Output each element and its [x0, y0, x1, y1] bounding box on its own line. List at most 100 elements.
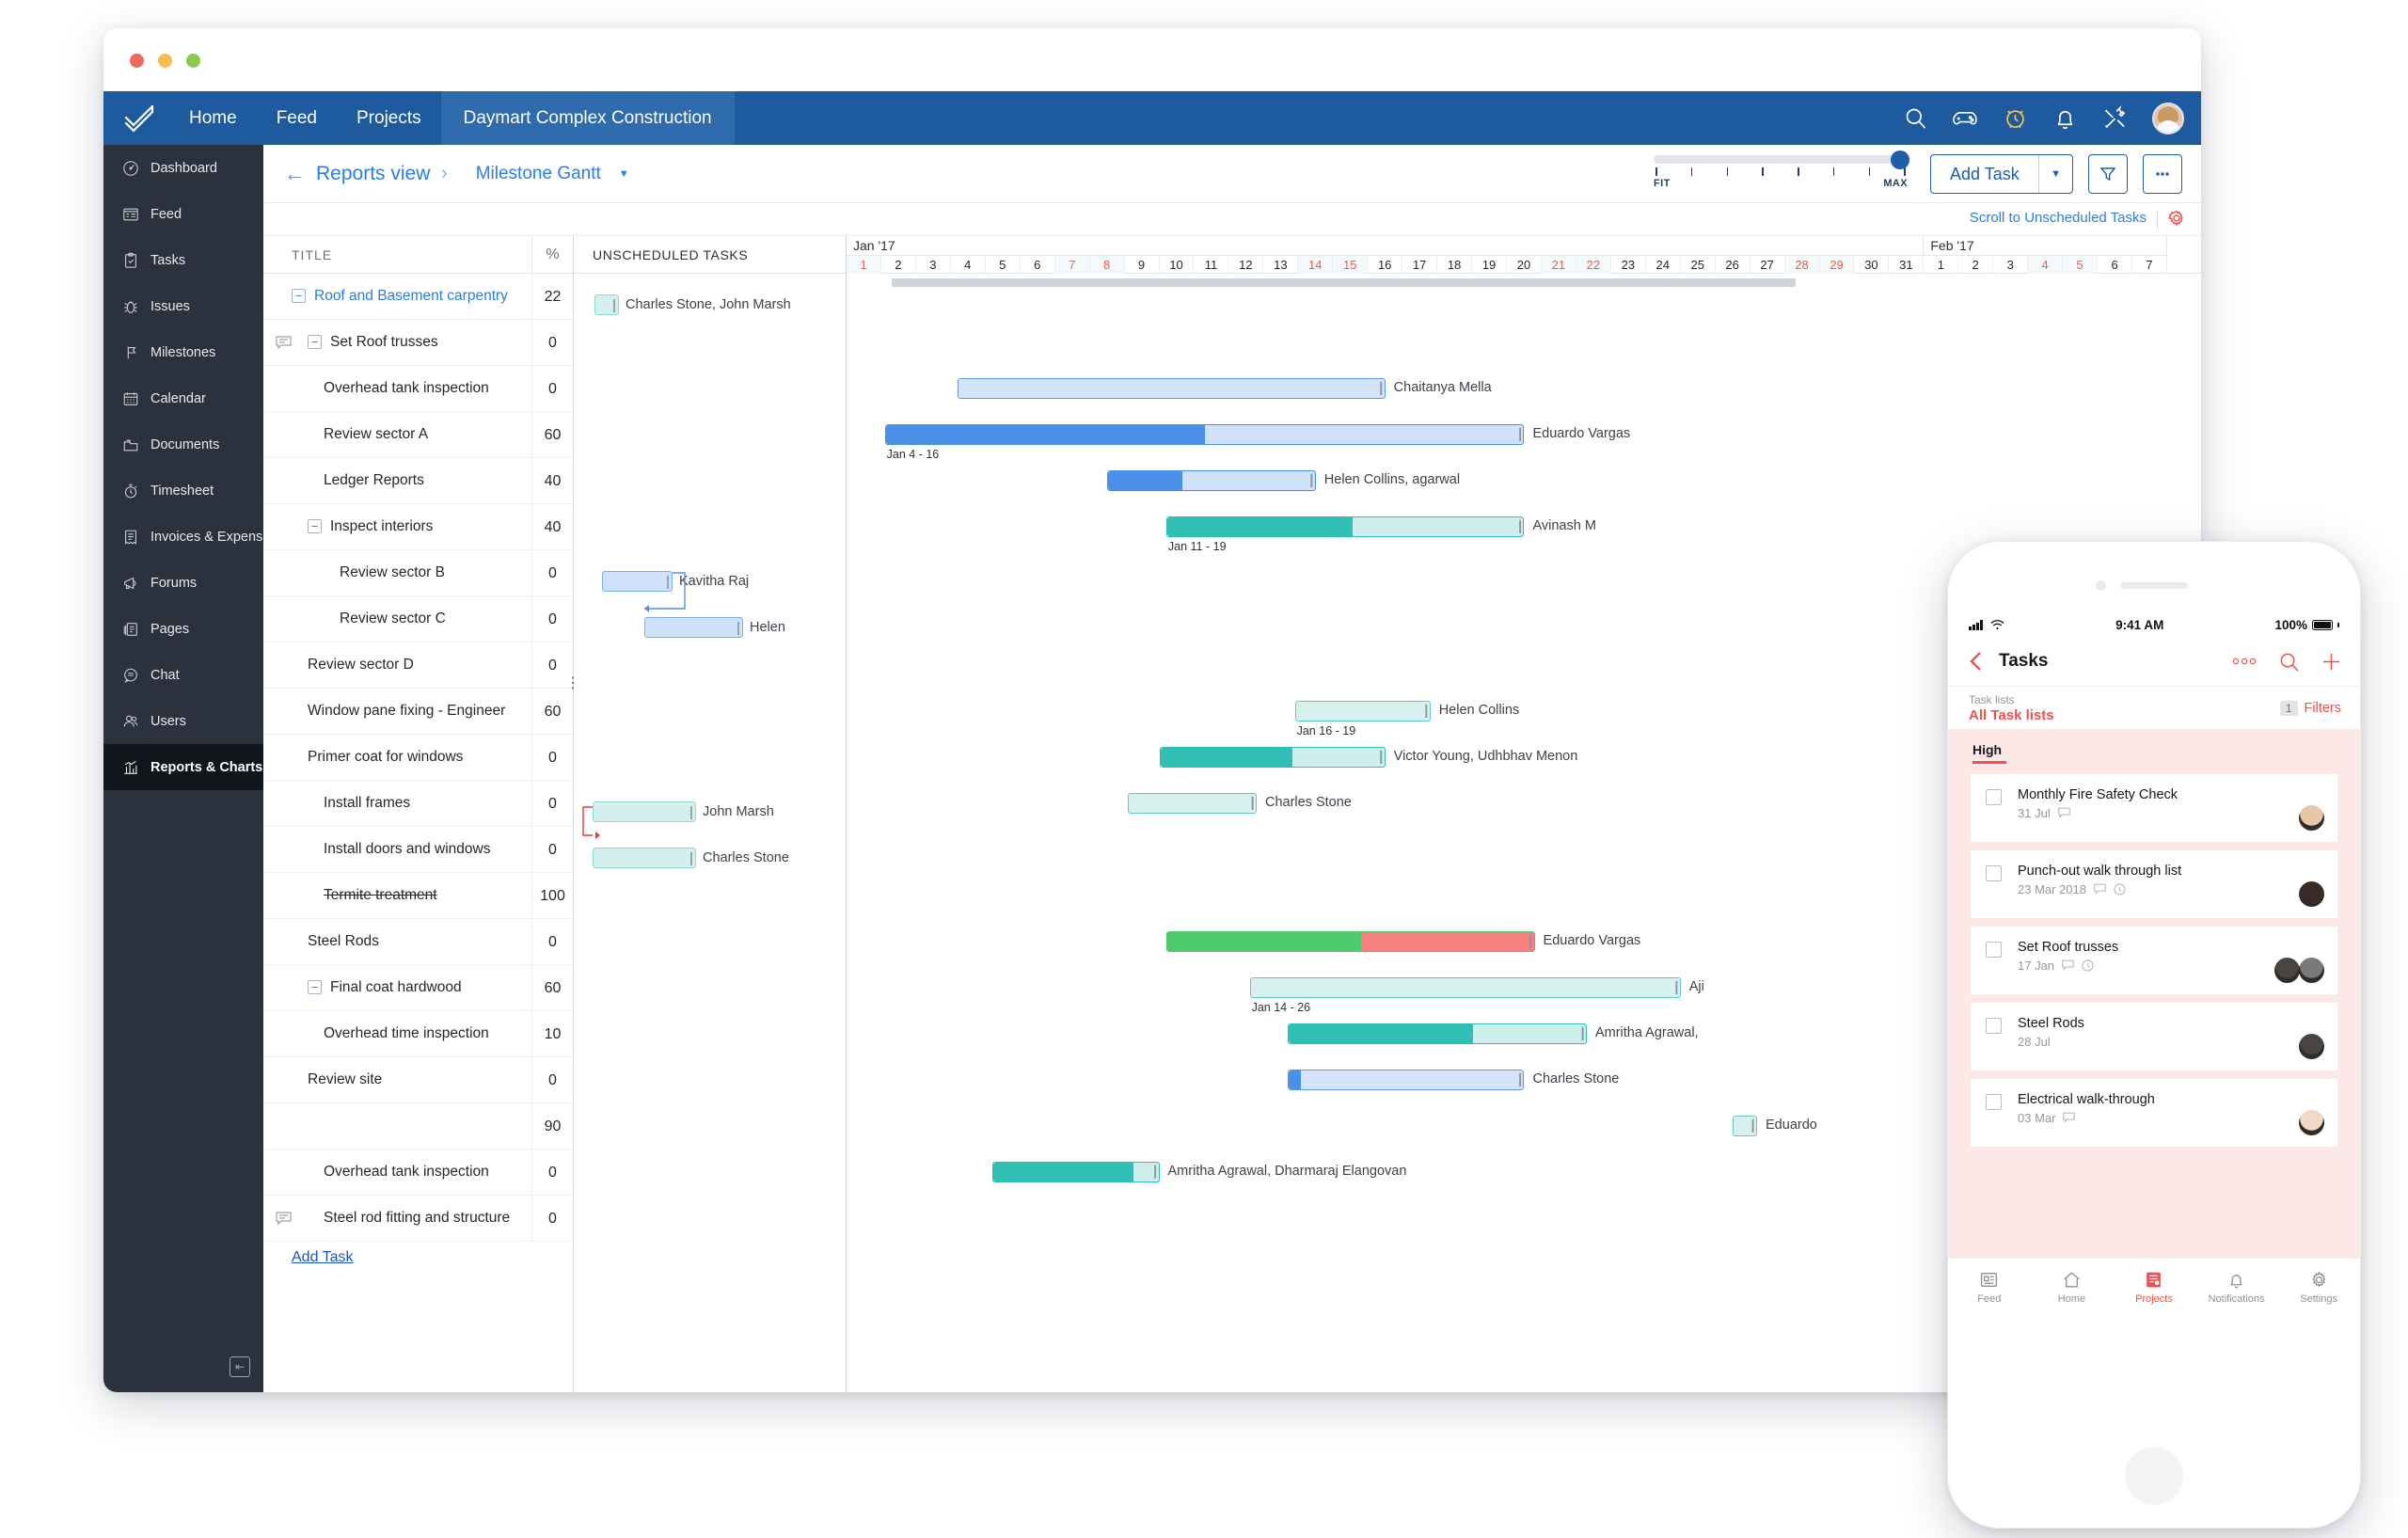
- maximize-window-button[interactable]: [186, 54, 200, 68]
- gamepad-icon[interactable]: [1953, 105, 1978, 131]
- table-row[interactable]: Review sector D0: [263, 642, 573, 689]
- gantt-bar-resize-handle[interactable]: ┃: [1249, 798, 1253, 811]
- table-row[interactable]: Review sector A60: [263, 412, 573, 458]
- unscheduled-task-bar[interactable]: Kavitha Raj: [602, 571, 749, 592]
- table-row[interactable]: Install doors and windows0: [263, 827, 573, 873]
- app-logo-icon[interactable]: [115, 104, 169, 133]
- avatar[interactable]: [2299, 805, 2324, 831]
- list-item[interactable]: Electrical walk-through03 Mar: [1971, 1079, 2337, 1147]
- back-arrow-icon[interactable]: ←: [284, 162, 305, 186]
- sidebar-item-forums[interactable]: Forums: [103, 560, 263, 606]
- sidebar-item-tasks[interactable]: Tasks: [103, 237, 263, 283]
- zoom-slider-track[interactable]: [1654, 155, 1908, 164]
- gantt-bar[interactable]: ┃: [885, 424, 1525, 445]
- zoom-slider-handle[interactable]: [1891, 151, 1909, 169]
- sidebar-item-reports-charts[interactable]: Reports & Charts: [103, 744, 263, 790]
- gantt-bar[interactable]: ┃: [958, 378, 1385, 399]
- chevron-down-icon[interactable]: ▼: [619, 168, 629, 180]
- list-item[interactable]: Monthly Fire Safety Check31 Jul: [1971, 774, 2337, 842]
- bell-icon[interactable]: [2052, 105, 2078, 131]
- table-row[interactable]: Steel Rods0: [263, 919, 573, 965]
- phone-tab-notifications[interactable]: Notifications: [2195, 1270, 2278, 1305]
- alarm-clock-icon[interactable]: [2003, 105, 2028, 131]
- topnav-item-projects[interactable]: Projects: [337, 91, 441, 145]
- sidebar-item-issues[interactable]: Issues: [103, 283, 263, 329]
- gantt-bar-resize-handle[interactable]: ┃: [1673, 982, 1677, 995]
- add-task-button[interactable]: Add Task ▼: [1930, 154, 2073, 194]
- ellipsis-icon[interactable]: [2232, 657, 2257, 666]
- table-row[interactable]: Primer coat for windows0: [263, 735, 573, 781]
- row-expander[interactable]: −: [308, 519, 322, 533]
- avatar[interactable]: [2299, 1034, 2324, 1059]
- gantt-bar[interactable]: ┃: [1733, 1116, 1757, 1136]
- chevron-down-icon[interactable]: ▼: [2039, 168, 2072, 180]
- gantt-bar-resize-handle[interactable]: ┃: [1528, 936, 1531, 949]
- unscheduled-task-bar[interactable]: Charles Stone: [593, 848, 789, 868]
- gantt-bar[interactable]: ┃: [1288, 1070, 1524, 1090]
- table-row[interactable]: 90: [263, 1103, 573, 1150]
- close-window-button[interactable]: [130, 54, 144, 68]
- table-row[interactable]: Install frames0: [263, 781, 573, 827]
- topnav-item-home[interactable]: Home: [169, 91, 257, 145]
- search-icon[interactable]: [2279, 652, 2299, 672]
- sidebar-item-pages[interactable]: Pages: [103, 606, 263, 652]
- more-options-button[interactable]: [2143, 154, 2182, 194]
- unscheduled-task-bar[interactable]: Charles Stone, John Marsh: [594, 294, 791, 315]
- table-row[interactable]: Overhead time inspection10: [263, 1011, 573, 1057]
- gantt-bar-resize-handle[interactable]: ┃: [1750, 1120, 1753, 1134]
- table-row[interactable]: Review sector C0: [263, 596, 573, 642]
- row-expander[interactable]: −: [308, 335, 322, 349]
- gantt-bar[interactable]: ┃: [1166, 516, 1525, 537]
- sidebar-item-feed[interactable]: Feed: [103, 191, 263, 237]
- table-row[interactable]: Overhead tank inspection0: [263, 1150, 573, 1196]
- gantt-bar-resize-handle[interactable]: ┃: [1579, 1028, 1583, 1041]
- phone-tab-home[interactable]: Home: [2031, 1270, 2114, 1305]
- gantt-bar-resize-handle[interactable]: ┃: [1423, 706, 1427, 719]
- gantt-bar-resize-handle[interactable]: ┃: [1516, 1074, 1520, 1087]
- tools-icon[interactable]: [2102, 105, 2128, 131]
- gantt-bar-resize-handle[interactable]: ┃: [1152, 1166, 1156, 1180]
- table-row[interactable]: −Inspect interiors40: [263, 504, 573, 550]
- table-row[interactable]: Overhead tank inspection0: [263, 366, 573, 412]
- sidebar-item-documents[interactable]: Documents: [103, 421, 263, 468]
- table-row[interactable]: −Set Roof trusses0: [263, 320, 573, 366]
- table-row[interactable]: Ledger Reports40: [263, 458, 573, 504]
- topnav-item-feed[interactable]: Feed: [257, 91, 337, 145]
- comment-icon[interactable]: [276, 1212, 292, 1226]
- list-item[interactable]: Set Roof trusses17 Jan: [1971, 927, 2337, 994]
- add-task-link[interactable]: Add Task: [292, 1249, 354, 1266]
- gear-icon[interactable]: [2167, 209, 2186, 228]
- topnav-item-current-project[interactable]: Daymart Complex Construction: [441, 91, 735, 145]
- filter-button[interactable]: [2088, 154, 2128, 194]
- gantt-bar[interactable]: ┃: [1295, 701, 1431, 721]
- gantt-bar[interactable]: ┃: [992, 1162, 1159, 1182]
- avatar[interactable]: [2152, 103, 2184, 135]
- unscheduled-task-bar[interactable]: Helen: [644, 617, 785, 638]
- gantt-bar-resize-handle[interactable]: ┃: [1308, 475, 1312, 488]
- table-row[interactable]: Review sector B0: [263, 550, 573, 596]
- breadcrumb-reports-view[interactable]: Reports view: [316, 163, 430, 185]
- gantt-bar-resize-handle[interactable]: ┃: [1516, 521, 1520, 534]
- task-checkbox[interactable]: [1986, 1094, 2002, 1110]
- table-row[interactable]: Window pane fixing - Engineer60: [263, 689, 573, 735]
- avatar[interactable]: [2299, 958, 2324, 983]
- collapse-sidebar-button[interactable]: ⇤: [230, 1356, 250, 1377]
- gantt-bar[interactable]: ┃: [1160, 747, 1386, 768]
- gantt-bar-resize-handle[interactable]: ┃: [1378, 752, 1382, 765]
- gantt-bar-resize-handle[interactable]: ┃: [1378, 383, 1382, 396]
- phone-tab-settings[interactable]: Settings: [2277, 1270, 2360, 1305]
- zoom-slider[interactable]: FIT MAX: [1654, 155, 1908, 193]
- row-expander[interactable]: −: [292, 289, 306, 303]
- sidebar-item-invoices-expenses[interactable]: Invoices & Expenses: [103, 514, 263, 560]
- task-checkbox[interactable]: [1986, 1018, 2002, 1034]
- list-item[interactable]: Punch-out walk through list23 Mar 2018: [1971, 850, 2337, 918]
- table-row[interactable]: −Final coat hardwood60: [263, 965, 573, 1011]
- row-expander[interactable]: −: [308, 980, 322, 994]
- scroll-to-unscheduled-link[interactable]: Scroll to Unscheduled Tasks: [1970, 210, 2147, 226]
- gantt-bar[interactable]: ┃: [1166, 931, 1535, 952]
- sidebar-item-calendar[interactable]: Calendar: [103, 375, 263, 421]
- table-row[interactable]: Termite treatment100: [263, 873, 573, 919]
- list-item[interactable]: Steel Rods28 Jul: [1971, 1003, 2337, 1070]
- gantt-bar[interactable]: ┃: [1288, 1023, 1587, 1044]
- task-checkbox[interactable]: [1986, 865, 2002, 881]
